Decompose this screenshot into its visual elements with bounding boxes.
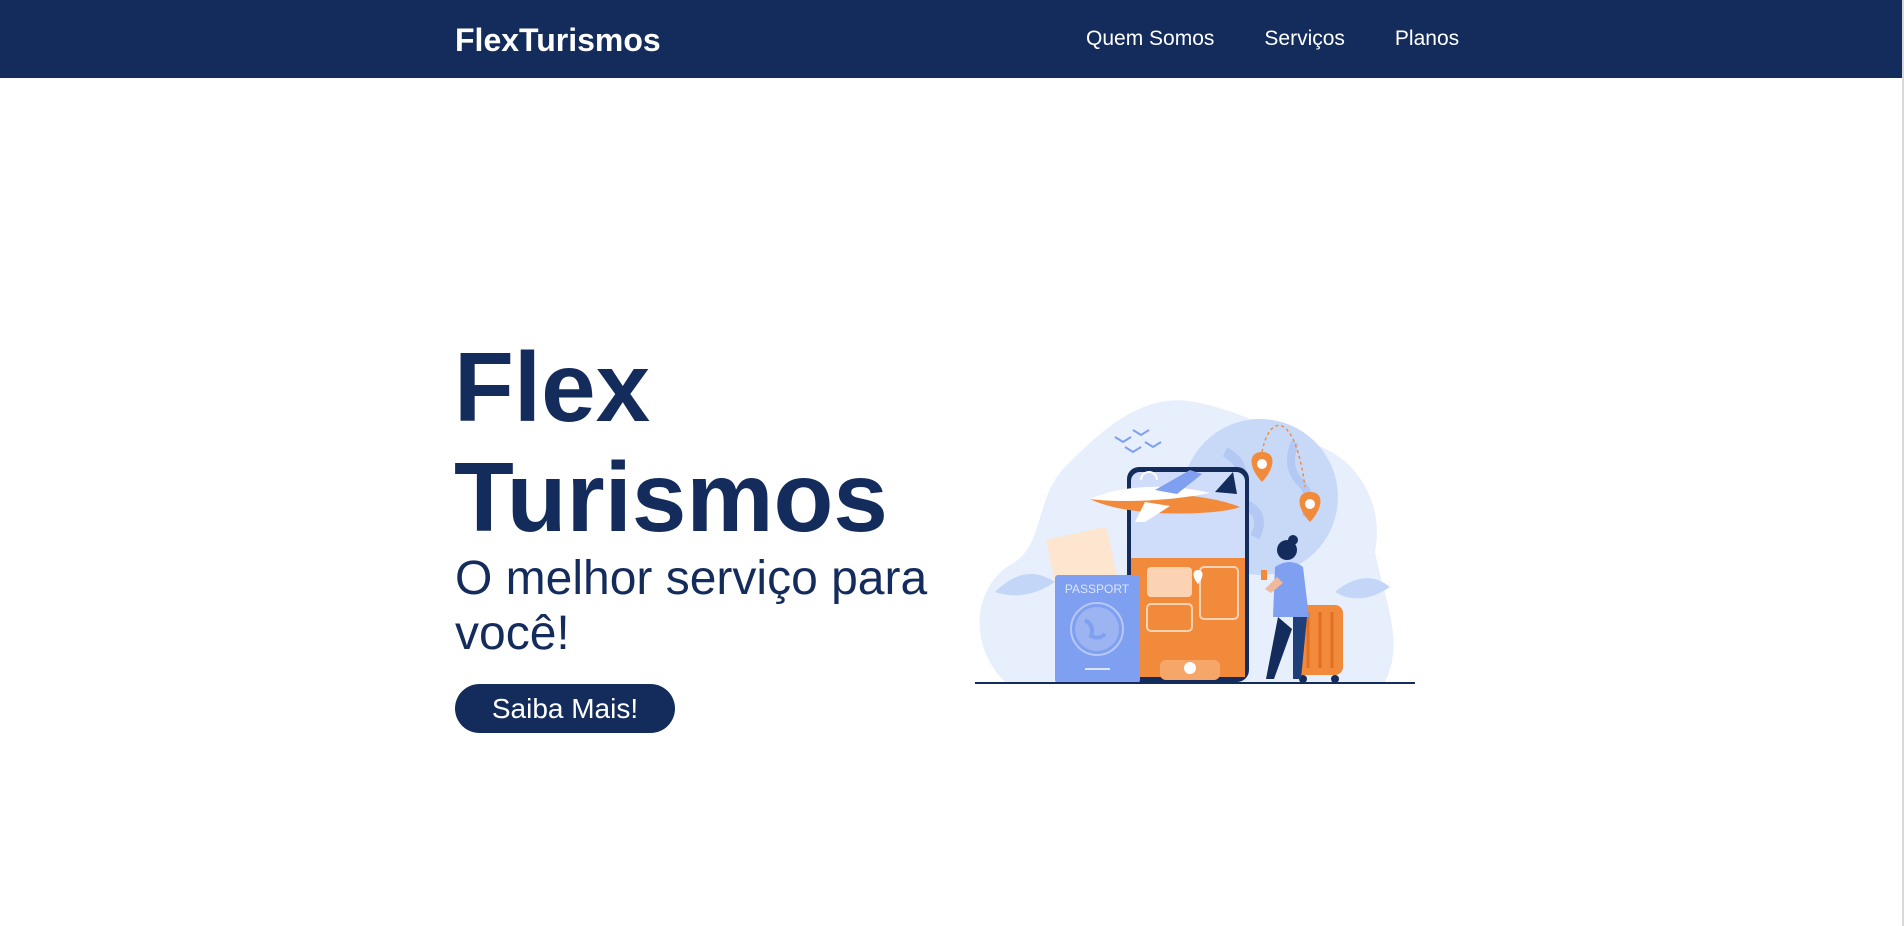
travel-illustration: PASSPORT <box>975 392 1415 684</box>
hero-title: Flex Turismos <box>454 332 888 552</box>
saiba-mais-button[interactable]: Saiba Mais! <box>455 684 675 733</box>
hero-title-line-1: Flex <box>454 332 651 442</box>
nav-link-planos[interactable]: Planos <box>1395 27 1459 51</box>
nav-link-servicos[interactable]: Serviços <box>1264 27 1345 51</box>
hero-subtitle: O melhor serviço para você! <box>455 552 928 660</box>
nav-link-quem-somos[interactable]: Quem Somos <box>1086 27 1214 51</box>
main-nav: Quem Somos Serviços Planos <box>1086 27 1459 51</box>
hero-title-line-2: Turismos <box>454 442 888 552</box>
passport-icon: PASSPORT <box>1055 575 1140 683</box>
top-navbar: FlexTurismos Quem Somos Serviços Planos <box>0 0 1904 78</box>
travel-illustration-svg: PASSPORT <box>975 400 1415 684</box>
brand-logo-link[interactable]: FlexTurismos <box>455 22 661 59</box>
passport-label: PASSPORT <box>1065 582 1130 596</box>
